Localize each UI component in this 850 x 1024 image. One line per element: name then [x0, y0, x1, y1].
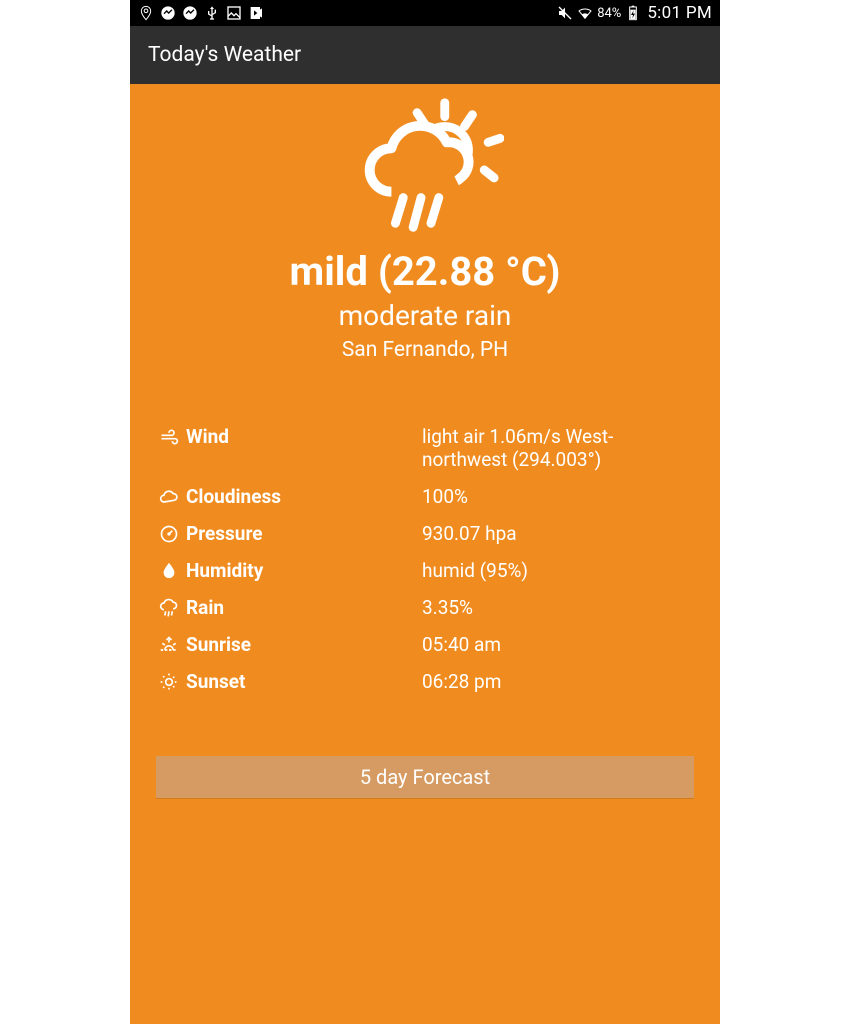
detail-row-humidity: % Humidity humid (95%)	[156, 552, 694, 589]
wind-icon	[156, 425, 182, 447]
detail-label: Pressure	[182, 522, 422, 545]
weather-rain-sun-icon	[130, 98, 720, 242]
status-bar: 84% 5:01 PM	[130, 0, 720, 26]
detail-label: Wind	[182, 425, 422, 448]
svg-text:%: %	[167, 569, 172, 577]
detail-value: 100%	[422, 485, 694, 508]
clock: 5:01 PM	[647, 3, 712, 23]
detail-row-sunset: Sunset 06:28 pm	[156, 663, 694, 700]
forecast-button-container: 5 day Forecast	[130, 756, 720, 798]
location-line: San Fernando, PH	[130, 338, 720, 362]
usb-icon	[204, 5, 220, 21]
detail-label: Humidity	[182, 559, 422, 582]
detail-value: 930.07 hpa	[422, 522, 694, 545]
sunrise-icon	[156, 633, 182, 655]
cloud-icon	[156, 485, 182, 507]
messenger-icon	[160, 5, 176, 21]
messenger-icon	[182, 5, 198, 21]
hero-section: mild (22.88 °C) moderate rain San Fernan…	[130, 98, 720, 362]
detail-value: humid (95%)	[422, 559, 694, 582]
rain-icon	[156, 596, 182, 618]
detail-row-sunrise: Sunrise 05:40 am	[156, 626, 694, 663]
detail-row-rain: Rain 3.35%	[156, 589, 694, 626]
details-section: Wind light air 1.06m/s West-northwest (2…	[130, 418, 720, 700]
pressure-icon	[156, 522, 182, 544]
detail-value: 3.35%	[422, 596, 694, 619]
phone-frame: 84% 5:01 PM Today's Weather	[130, 0, 720, 1024]
mute-icon	[557, 5, 573, 21]
detail-value: light air 1.06m/s West-northwest (294.00…	[422, 425, 694, 471]
detail-row-cloudiness: Cloudiness 100%	[156, 478, 694, 515]
status-right: 84% 5:01 PM	[557, 3, 712, 23]
sunset-icon	[156, 670, 182, 692]
battery-percent: 84%	[597, 6, 621, 21]
detail-label: Cloudiness	[182, 485, 422, 508]
playstore-icon	[248, 5, 264, 21]
battery-icon	[625, 5, 641, 21]
detail-label: Rain	[182, 596, 422, 619]
detail-row-wind: Wind light air 1.06m/s West-northwest (2…	[156, 418, 694, 478]
humidity-icon: %	[156, 559, 182, 581]
forecast-button[interactable]: 5 day Forecast	[156, 756, 694, 798]
condition-line: moderate rain	[130, 299, 720, 332]
app-title: Today's Weather	[148, 43, 301, 67]
image-icon	[226, 5, 242, 21]
detail-value: 05:40 am	[422, 633, 694, 656]
detail-row-pressure: Pressure 930.07 hpa	[156, 515, 694, 552]
status-left	[138, 5, 264, 21]
wifi-icon	[577, 5, 593, 21]
detail-value: 06:28 pm	[422, 670, 694, 693]
detail-label: Sunrise	[182, 633, 422, 656]
location-icon	[138, 5, 154, 21]
detail-label: Sunset	[182, 670, 422, 693]
temperature-line: mild (22.88 °C)	[130, 248, 720, 295]
app-bar: Today's Weather	[130, 26, 720, 84]
weather-content: mild (22.88 °C) moderate rain San Fernan…	[130, 84, 720, 1024]
